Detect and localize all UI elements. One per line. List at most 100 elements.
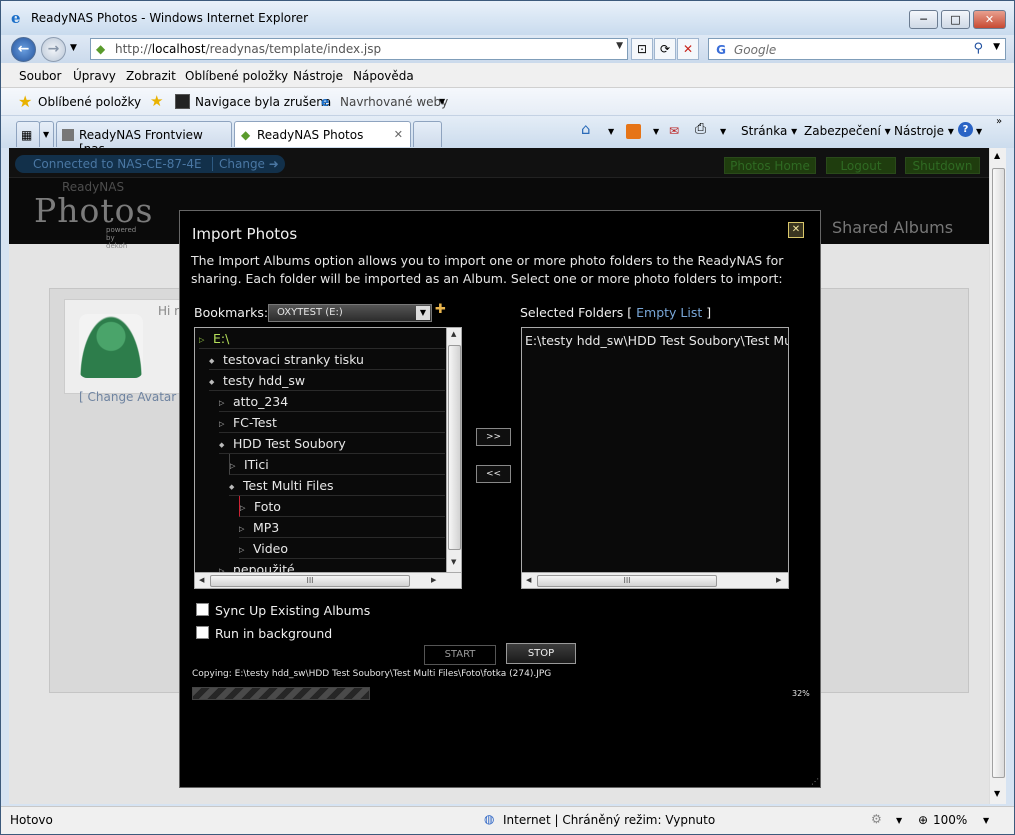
logout-button[interactable]: Logout — [826, 157, 896, 174]
tree-node[interactable]: ▷ ITici — [229, 454, 445, 475]
start-button[interactable]: START — [424, 645, 496, 665]
rss-icon[interactable] — [626, 124, 641, 139]
selected-hscrollbar[interactable]: ◀ III ▶ — [522, 572, 788, 588]
history-dropdown-icon[interactable]: ▼ — [70, 43, 77, 53]
zoom-dropdown-icon[interactable]: ▼ — [983, 816, 989, 825]
tree-vscroll-thumb[interactable] — [448, 345, 461, 550]
tree-node[interactable]: ▷ E:\ — [199, 328, 445, 349]
favorite-item-suggested[interactable]: Navrhované weby — [340, 95, 448, 109]
page-thumb-icon — [175, 94, 190, 109]
tab-frontview[interactable]: ReadyNAS Frontview [nas-... — [56, 121, 232, 156]
compat-view-icon[interactable]: ⊡ — [631, 38, 653, 60]
home-icon[interactable]: ⌂ — [581, 120, 591, 138]
add-folder-button[interactable]: >> — [476, 428, 511, 446]
scroll-down-icon[interactable]: ▼ — [994, 789, 1000, 798]
tree-node[interactable]: ▷ FC-Test — [219, 412, 445, 433]
selected-folder-item[interactable]: E:\testy hdd_sw\HDD Test Soubory\Test Mu… — [525, 333, 788, 348]
favorite-item-navigation[interactable]: Navigace byla zrušena — [195, 95, 331, 109]
tree-hscrollbar[interactable]: ◀ III ▶ — [195, 572, 461, 588]
maximize-button[interactable]: □ — [941, 10, 970, 29]
scroll-left-icon[interactable]: ◀ — [526, 576, 531, 584]
tree-node[interactable]: ◆ HDD Test Soubory — [219, 433, 445, 454]
page-scrollbar[interactable]: ▲ ▼ — [989, 148, 1006, 804]
help-icon[interactable]: ? — [958, 122, 973, 137]
mail-icon[interactable]: ✉ — [669, 124, 679, 138]
selected-hscroll-thumb[interactable]: III — [537, 575, 717, 587]
scroll-right-icon[interactable]: ▶ — [431, 576, 436, 584]
scroll-up-icon[interactable]: ▲ — [994, 151, 1000, 160]
change-avatar-link[interactable]: [ Change Avatar — [79, 390, 176, 404]
refresh-icon[interactable]: ⟳ — [654, 38, 676, 60]
print-icon[interactable]: ⎙ — [695, 121, 706, 137]
change-button[interactable]: Change ➜ — [212, 157, 279, 171]
dialog-close-button[interactable]: ✕ — [788, 222, 804, 238]
help-dropdown-icon[interactable]: ▼ — [976, 127, 982, 136]
add-favorite-icon[interactable]: ★ — [150, 92, 163, 110]
zoom-level[interactable]: 100% — [933, 813, 967, 827]
photos-home-button[interactable]: Photos Home — [724, 157, 816, 174]
menu-tools[interactable]: Nástroje — [293, 69, 343, 83]
suggested-dropdown-icon[interactable]: ▼ — [439, 97, 445, 106]
tree-node[interactable]: ▷ Video — [239, 538, 445, 559]
tab-list-dropdown-icon[interactable]: ▼ — [39, 121, 54, 147]
tab-close-icon[interactable]: ✕ — [394, 128, 403, 141]
search-input[interactable]: Google — [734, 43, 776, 57]
stop-button[interactable]: STOP — [506, 643, 576, 664]
rss-dropdown-icon[interactable]: ▼ — [653, 127, 659, 136]
add-bookmark-icon[interactable]: ✚ — [435, 302, 446, 317]
resize-grip-icon[interactable]: ⋰ — [811, 777, 819, 786]
shutdown-button[interactable]: Shutdown — [905, 157, 980, 174]
shared-albums-link[interactable]: Shared Albums — [832, 218, 953, 237]
folder-tree[interactable]: ▷ E:\ ◆ testovaci stranky tisku ◆ testy … — [194, 327, 462, 589]
tree-node[interactable]: ▷ atto_234 — [219, 391, 445, 412]
scroll-down-icon[interactable]: ▼ — [451, 558, 456, 566]
cmd-security[interactable]: Zabezpečení ▾ — [804, 124, 891, 138]
menu-view[interactable]: Zobrazit — [126, 69, 176, 83]
empty-list-link[interactable]: Empty List — [636, 305, 702, 320]
bookmarks-select[interactable]: OXYTEST (E:) ▼ — [268, 304, 432, 322]
forward-button[interactable]: → — [41, 37, 66, 62]
search-icon[interactable]: ⚲ — [973, 41, 983, 56]
address-dropdown-icon[interactable]: ▼ — [616, 41, 623, 51]
zoom-icon[interactable]: ⊕ — [918, 813, 928, 827]
stop-icon[interactable]: ✕ — [677, 38, 699, 60]
address-bar[interactable]: ◆ http://localhost/readynas/template/ind… — [90, 38, 628, 60]
minimize-button[interactable]: ─ — [909, 10, 938, 29]
print-dropdown-icon[interactable]: ▼ — [720, 127, 726, 136]
tab-photos[interactable]: ◆ ReadyNAS Photos ✕ — [234, 121, 411, 147]
selected-folders-list[interactable]: E:\testy hdd_sw\HDD Test Soubory\Test Mu… — [521, 327, 789, 589]
home-dropdown-icon[interactable]: ▼ — [608, 127, 614, 136]
search-box[interactable]: G Google ⚲ ▼ — [708, 38, 1006, 60]
chevron-more-icon[interactable]: » — [996, 116, 1002, 127]
close-button[interactable]: ✕ — [973, 10, 1006, 29]
remove-folder-button[interactable]: << — [476, 465, 511, 483]
back-button[interactable]: ← — [11, 37, 36, 62]
scroll-up-icon[interactable]: ▲ — [451, 330, 456, 338]
cmd-tools[interactable]: Nástroje ▾ — [894, 124, 954, 138]
favorites-button[interactable]: Oblíbené položky — [38, 95, 141, 109]
search-dropdown-icon[interactable]: ▼ — [993, 42, 1000, 52]
sync-albums-checkbox[interactable] — [196, 603, 209, 616]
menu-favorites[interactable]: Oblíbené položky — [185, 69, 288, 83]
new-tab-button[interactable] — [413, 121, 442, 147]
quick-tabs-button[interactable]: ▦ — [16, 121, 40, 147]
menu-edit[interactable]: Úpravy — [73, 69, 116, 83]
status-dropdown-icon[interactable]: ▼ — [896, 816, 902, 825]
protected-mode-icon[interactable]: ⚙ — [871, 812, 882, 826]
tree-node[interactable]: ◆ Test Multi Files — [229, 475, 445, 496]
tree-hscroll-thumb[interactable]: III — [210, 575, 410, 587]
menu-help[interactable]: Nápověda — [353, 69, 414, 83]
page-scroll-thumb[interactable] — [992, 168, 1005, 778]
cmd-page[interactable]: Stránka ▾ — [741, 124, 797, 138]
tree-node[interactable]: ▷ MP3 — [239, 517, 445, 538]
scroll-left-icon[interactable]: ◀ — [199, 576, 204, 584]
security-zone[interactable]: Internet | Chráněný režim: Vypnuto — [503, 813, 715, 827]
tree-node[interactable]: ◆ testovaci stranky tisku — [209, 349, 445, 370]
menu-file[interactable]: Soubor — [19, 69, 61, 83]
run-background-checkbox[interactable] — [196, 626, 209, 639]
scroll-right-icon[interactable]: ▶ — [776, 576, 781, 584]
tree-node-selected[interactable]: ▷ Foto — [239, 496, 445, 517]
tree-node[interactable]: ◆ testy hdd_sw — [209, 370, 445, 391]
tab-bar: ▦ ▼ ReadyNAS Frontview [nas-... ◆ ReadyN… — [1, 116, 1014, 156]
tree-vscrollbar[interactable]: ▲ ▼ — [446, 328, 461, 572]
